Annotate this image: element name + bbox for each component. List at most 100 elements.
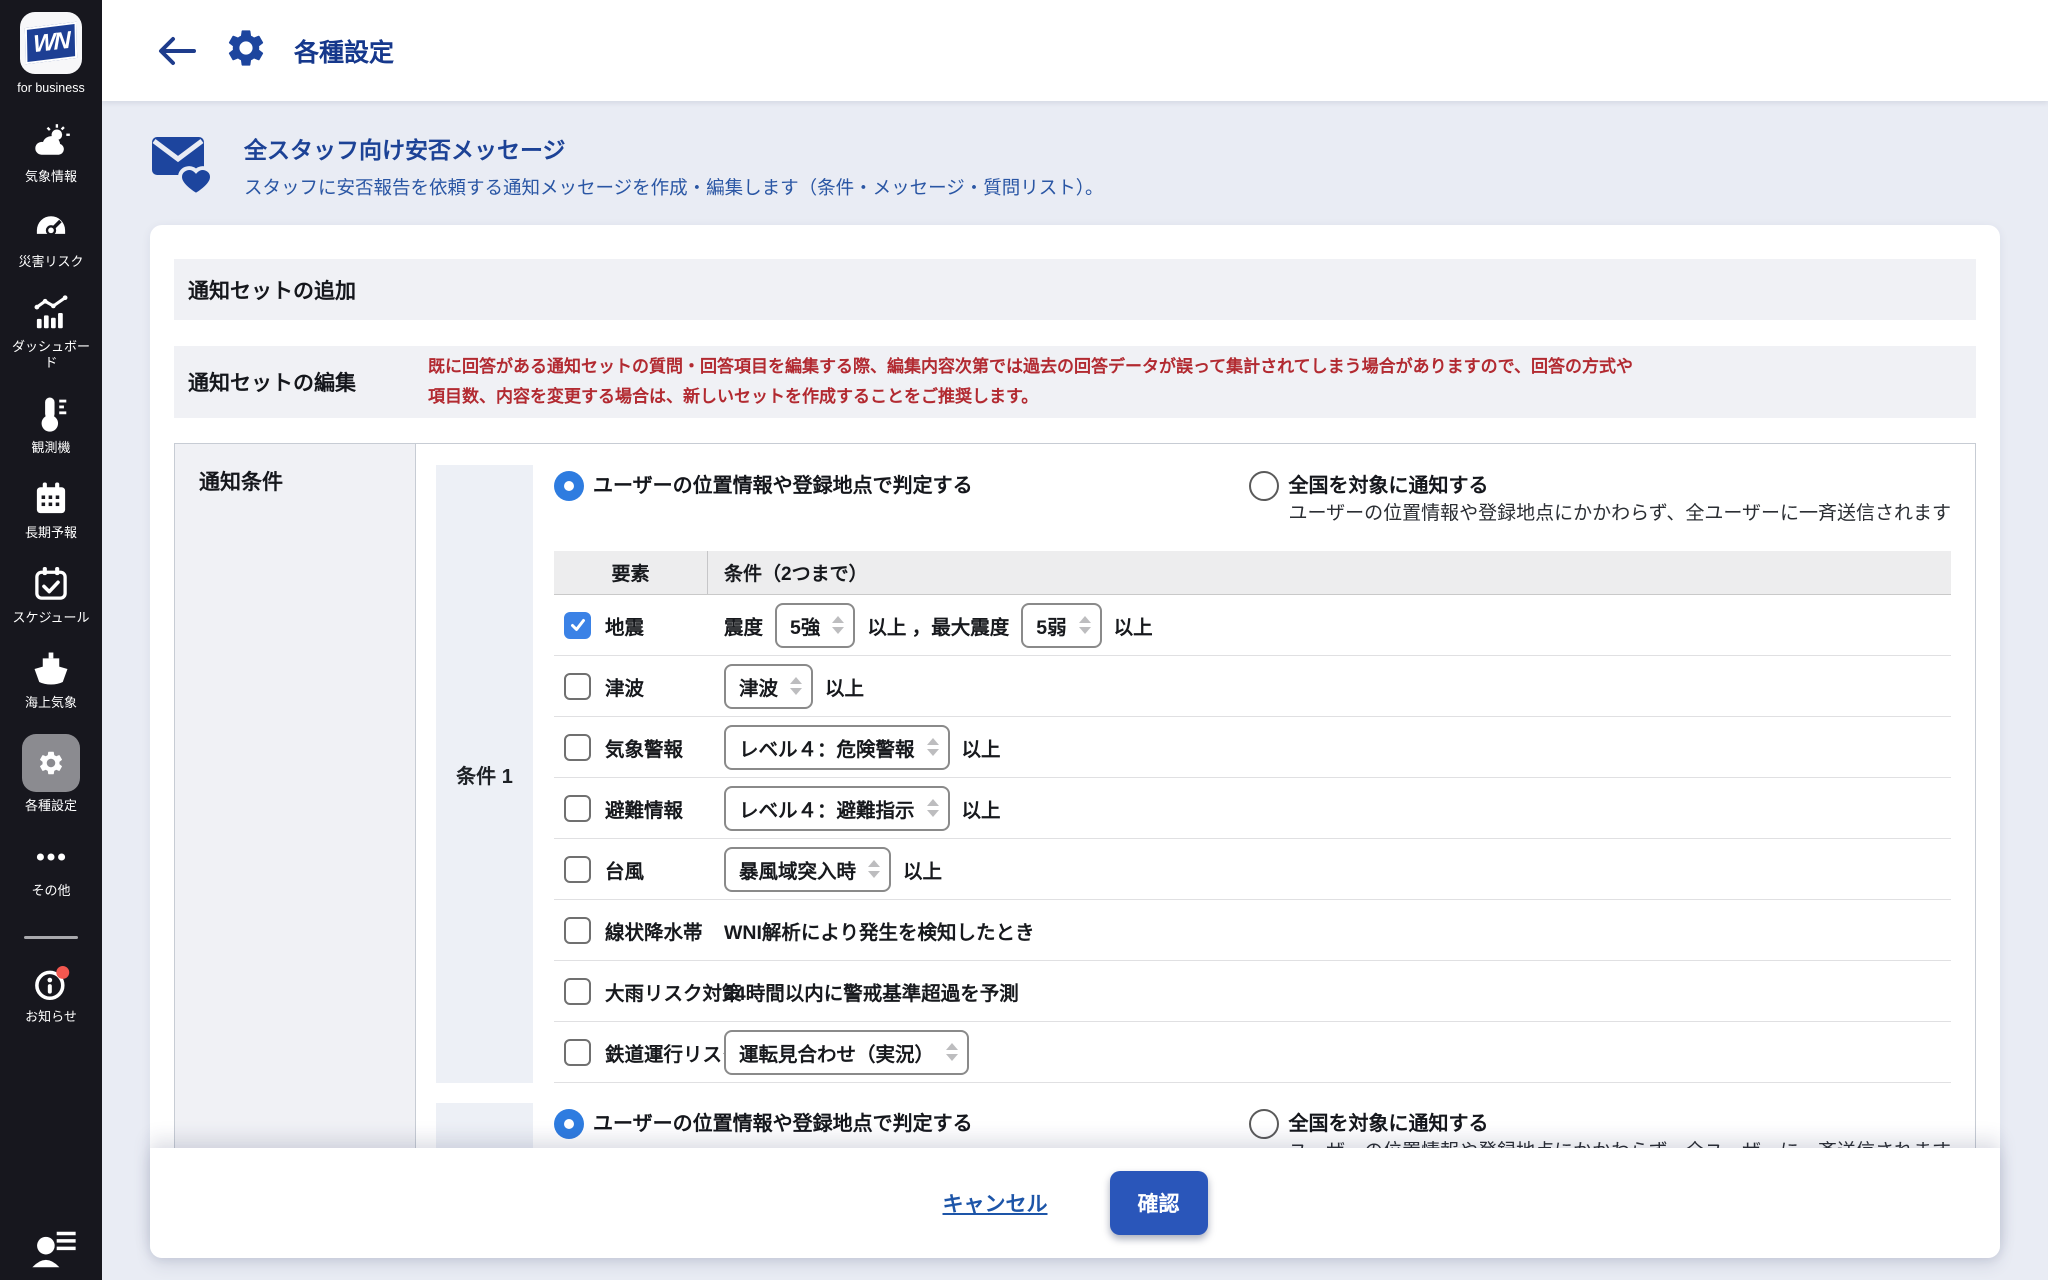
radio-selected-icon [554,471,584,501]
select-evacuation[interactable]: レベル４：避難指示 [724,786,950,831]
sidebar-item-disaster-risk[interactable]: 災害リスク [0,208,102,270]
condition-text: 24時間以内に警戒基準超過を予測 [724,977,1019,1006]
sidebar-item-label: お知らせ [12,1009,90,1025]
condition-text: 以上 [962,733,1001,762]
row-condition: 震度5強以上 ，最大震度5弱以上 [708,603,1153,648]
conditions-label-column: 通知条件 [175,444,416,1258]
info-icon [31,963,71,1003]
gear-icon [31,743,71,783]
conditions-content: 条件 1ユーザーの位置情報や登録地点で判定する全国を対象に通知するユーザーの位置… [416,444,1975,1258]
sidebar-item-observation[interactable]: 観測機 [0,394,102,456]
add-set-row[interactable]: 通知セットの追加 [174,259,1976,320]
sidebar-item-weather[interactable]: 気象情報 [0,123,102,185]
edit-set-row[interactable]: 通知セットの編集 既に回答がある通知セットの質問・回答項目を編集する際、編集内容… [174,346,1976,418]
add-set-title: 通知セットの追加 [188,275,356,305]
sidebar-item-marine[interactable]: 海上気象 [0,649,102,711]
hero-header: 全スタッフ向け安否メッセージ スタッフに安否報告を依頼する通知メッセージを作成・… [102,101,2048,208]
checkbox-linear-rainband[interactable] [564,917,591,944]
account-menu[interactable] [31,1224,71,1264]
radio-location-label: ユーザーの位置情報や登録地点で判定する [593,473,973,500]
edit-set-title: 通知セットの編集 [188,367,356,397]
gauge-icon [31,208,71,248]
schedule-icon [31,564,71,604]
app-logo[interactable]: WN [20,12,82,74]
sidebar-item-settings[interactable]: 各種設定 [0,734,102,814]
checkbox-heavy-rain-risk[interactable] [564,978,591,1005]
sidebar-item-schedule[interactable]: スケジュール [0,564,102,626]
select-earthquake[interactable]: 5強 [775,603,855,648]
checkbox-evacuation[interactable] [564,795,591,822]
condition-text: 震度 [724,611,763,640]
thermometer-icon [31,394,71,434]
radio-option-nationwide[interactable]: 全国を対象に通知するユーザーの位置情報や登録地点にかかわらず、全ユーザーに一斉送… [1249,473,1951,527]
footer-actions: キャンセル 確認 [150,1148,2000,1258]
content-area: 全スタッフ向け安否メッセージ スタッフに安否報告を依頼する通知メッセージを作成・… [102,101,2048,1280]
section-subtitle: スタッフに安否報告を依頼する通知メッセージを作成・編集します（条件・メッセージ・… [244,174,1104,200]
radio-selected-icon [554,1109,584,1139]
dots-icon [31,837,71,877]
select-value: 津波 [739,672,778,701]
settings-gear-icon [224,26,268,75]
sidebar-item-label: 観測機 [12,440,90,456]
table-row-weather-warning: 気象警報レベル４：危険警報以上 [554,717,1951,778]
checkbox-typhoon[interactable] [564,856,591,883]
select-rail-risk[interactable]: 運転見合わせ（実況） [724,1030,969,1075]
select-value: レベル４：避難指示 [739,794,915,823]
target-radio-row: ユーザーの位置情報や登録地点で判定する 全国を対象に通知するユーザーの位置情報や登… [554,465,1951,527]
sidebar-nav: 気象情報災害リスクダッシュボード観測機長期予報スケジュール海上気象各種設定その他… [0,123,102,1048]
select-weather-warning[interactable]: レベル４：危険警報 [724,725,950,770]
condition-group-1: 条件 1ユーザーの位置情報や登録地点で判定する全国を対象に通知するユーザーの位置… [436,465,1951,1083]
checkbox-weather-warning[interactable] [564,734,591,761]
sidebar-item-label: スケジュール [12,610,90,626]
select-earthquake[interactable]: 5弱 [1021,603,1101,648]
group-content: ユーザーの位置情報や登録地点で判定する 全国を対象に通知するユーザーの位置情報や登… [554,465,1951,1083]
condition-text: 以上 ，最大震度 [867,611,1009,640]
select-typhoon[interactable]: 暴風域突入時 [724,847,891,892]
row-label: 避難情報 [605,794,683,823]
radio-option-location[interactable]: ユーザーの位置情報や登録地点で判定する [554,473,973,501]
radio-option-location[interactable]: ユーザーの位置情報や登録地点で判定する [554,1111,973,1139]
radio-unselected-icon [1249,471,1279,501]
sidebar-item-label: 各種設定 [12,798,90,814]
row-label: 津波 [605,672,644,701]
edit-warning-text: 既に回答がある通知セットの質問・回答項目を編集する際、編集内容次第では過去の回答… [428,346,1633,418]
confirm-button[interactable]: 確認 [1110,1171,1208,1235]
sidebar-item-long-range[interactable]: 長期予報 [0,479,102,541]
sidebar: WN for business 気象情報災害リスクダッシュボード観測機長期予報ス… [0,0,102,1280]
cancel-button[interactable]: キャンセル [943,1188,1048,1218]
spinner-arrows-icon [927,799,939,817]
checkbox-tsunami[interactable] [564,673,591,700]
radio-unselected-icon [1249,1109,1279,1139]
row-condition: 24時間以内に警戒基準超過を予測 [708,977,1019,1006]
select-tsunami[interactable]: 津波 [724,664,813,709]
table-header: 要素条件（2つまで） [554,551,1951,595]
table-row-evacuation: 避難情報 レベル４：避難指示 以上 [554,778,1951,839]
safety-message-icon [150,131,226,208]
top-header: 各種設定 [102,0,2048,101]
checkbox-earthquake[interactable] [564,612,591,639]
row-condition: WNI解析により発生を検知したとき [708,916,1035,945]
logo-subtitle: for business [17,81,84,95]
back-arrow-icon[interactable] [156,35,198,67]
sidebar-item-label: 気象情報 [12,169,90,185]
conditions-title: 通知条件 [199,466,415,496]
sidebar-item-news[interactable]: お知らせ [0,963,102,1025]
sidebar-item-dashboard[interactable]: ダッシュボード [0,293,102,371]
condition-text: 以上 [962,794,1001,823]
table-row-heavy-rain-risk: 大雨リスク対策24時間以内に警戒基準超過を予測 [554,961,1951,1022]
checkbox-rail-risk[interactable] [564,1039,591,1066]
dashboard-icon [31,293,71,333]
spinner-arrows-icon [927,738,939,756]
table-row-rail-risk: 鉄道運行リスク運転見合わせ（実況） [554,1022,1951,1083]
sidebar-item-label: 海上気象 [12,695,90,711]
select-value: 運転見合わせ（実況） [739,1038,934,1067]
row-label: 地震 [605,611,644,640]
conditions-table: 要素条件（2つまで）地震震度5強以上 ，最大震度5弱以上津波津波以上気象警報レベ… [554,551,1951,1083]
main-area: 各種設定 全スタッフ向け安否メッセージ スタッフに安否報告を依頼する通知メッセー… [102,0,2048,1280]
sidebar-item-label: その他 [12,883,90,899]
spinner-arrows-icon [868,860,880,878]
notification-conditions-section: 通知条件 条件 1ユーザーの位置情報や登録地点で判定する全国を対象に通知するユー… [174,443,1976,1258]
settings-card: 通知セットの追加 通知セットの編集 既に回答がある通知セットの質問・回答項目を編… [150,225,2000,1258]
weather-icon [31,123,71,163]
sidebar-item-more[interactable]: その他 [0,837,102,899]
